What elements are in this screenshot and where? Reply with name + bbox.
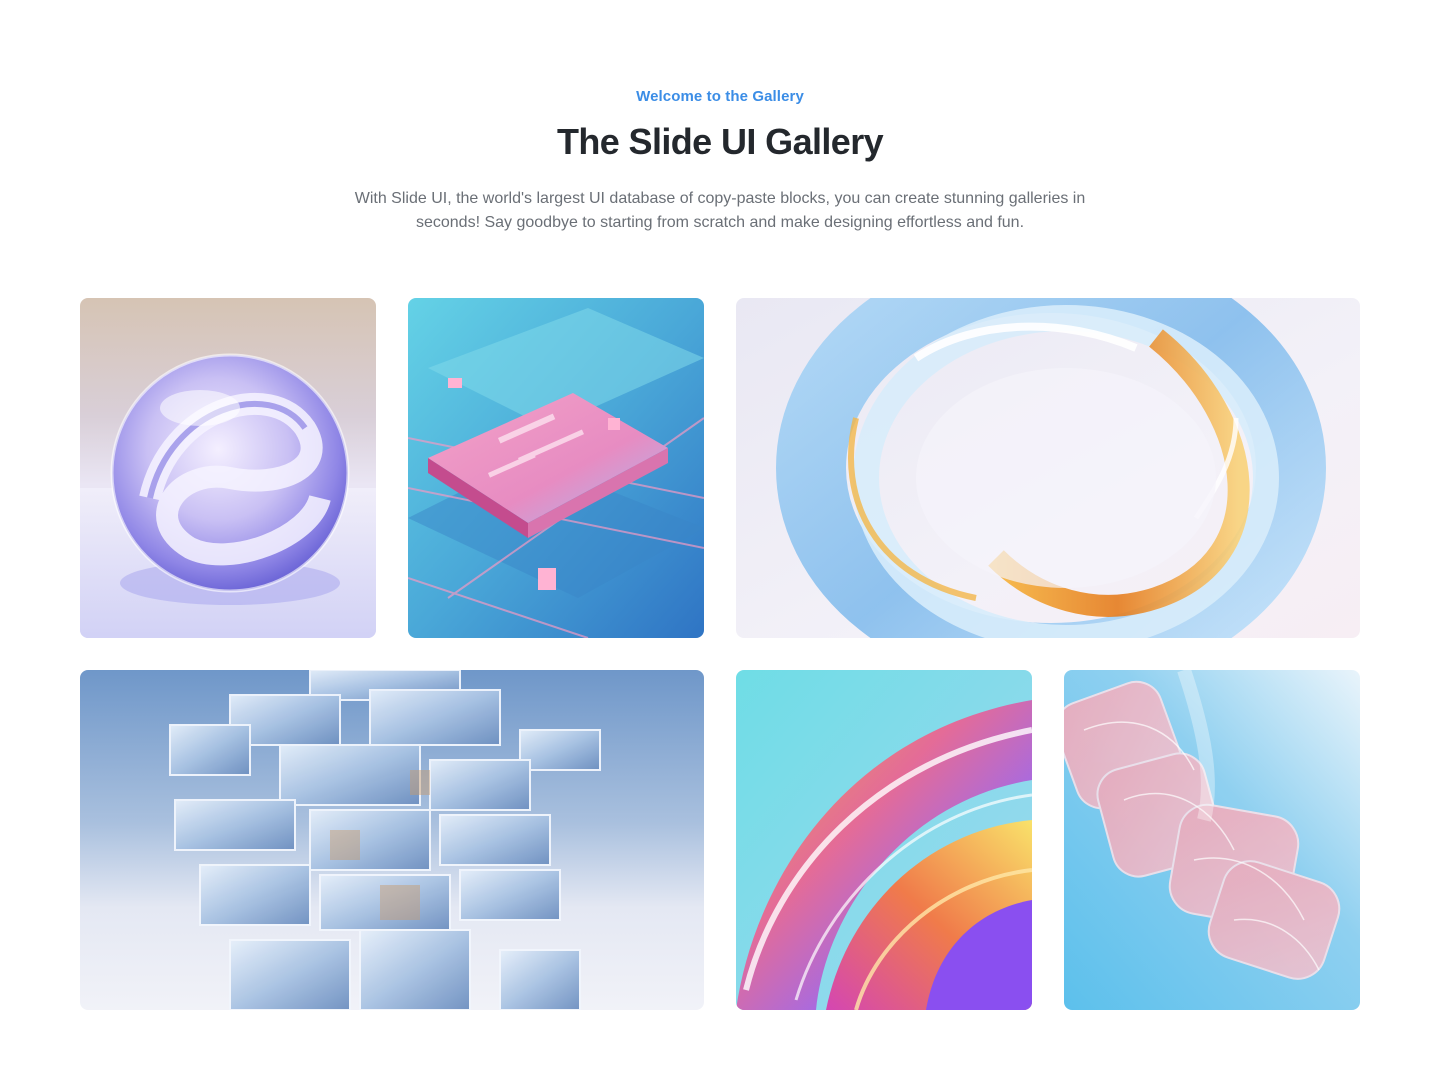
glass-ring-image: [736, 298, 1360, 638]
iridescent-swirl-image: [736, 670, 1032, 1010]
gallery-tile-glass-cubes[interactable]: [80, 670, 704, 1010]
glass-sphere-image: [80, 298, 376, 638]
page-title: The Slide UI Gallery: [556, 121, 884, 162]
eyebrow-label: Welcome to the Gallery: [636, 88, 804, 105]
gallery-tile-pink-ribbon[interactable]: [1064, 670, 1360, 1010]
gallery-tile-glass-sphere[interactable]: [80, 298, 376, 638]
gallery-tile-circuit-chip[interactable]: [408, 298, 704, 638]
gallery-tile-glass-ring[interactable]: [736, 298, 1360, 638]
glass-cubes-tower-image: [80, 670, 704, 1010]
pink-glass-ribbon-image: [1064, 670, 1360, 1010]
gallery-tile-iridescent-swirl[interactable]: [736, 670, 1032, 1010]
circuit-chip-image: [408, 298, 704, 638]
page-description: With Slide UI, the world's largest UI da…: [354, 190, 1086, 231]
